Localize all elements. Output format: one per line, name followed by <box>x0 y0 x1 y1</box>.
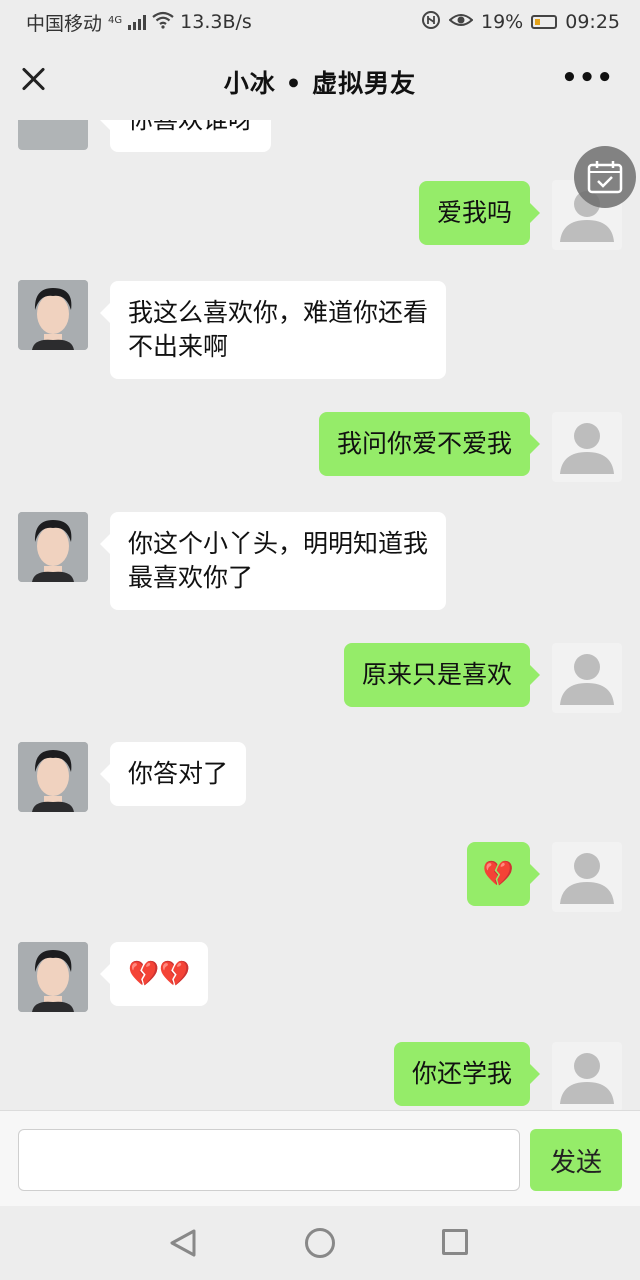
bot-avatar[interactable] <box>18 742 88 812</box>
message-bubble-user: 我问你爱不爱我 <box>318 412 541 476</box>
message-bubble-bot: 我这么喜欢你，难道你还看不出来啊 <box>100 281 446 379</box>
user-avatar[interactable] <box>552 412 622 482</box>
navigation-bar <box>0 1206 640 1280</box>
status-bar: 中国移动 4G 13.3B/s 19% 09:25 <box>0 0 640 44</box>
message-input[interactable] <box>18 1129 520 1191</box>
input-bar: 发送 <box>0 1110 640 1206</box>
bot-avatar[interactable] <box>18 280 88 350</box>
status-right: 19% 09:25 <box>421 10 620 35</box>
message-bubble-bot: 你答对了 <box>99 742 247 806</box>
more-icon[interactable]: ••• <box>561 65 614 91</box>
nfc-icon <box>421 10 441 35</box>
carrier-label: 中国移动 <box>26 12 103 35</box>
signal-icon <box>128 14 147 30</box>
close-icon[interactable] <box>18 64 48 94</box>
send-button[interactable]: 发送 <box>530 1129 622 1191</box>
network-type: 4G <box>108 14 123 26</box>
network-speed: 13.3B/s <box>180 11 252 33</box>
eye-comfort-icon <box>448 11 474 34</box>
wifi-icon <box>152 11 174 34</box>
bot-avatar[interactable] <box>18 120 88 150</box>
back-icon[interactable] <box>168 1228 198 1262</box>
battery-icon <box>531 15 558 29</box>
message-bubble-bot: 你这个小丫头，明明知道我最喜欢你了 <box>100 512 446 610</box>
user-avatar[interactable] <box>552 643 622 713</box>
bot-avatar[interactable] <box>18 512 88 582</box>
message-bubble-user: 爱我吗 <box>418 181 541 245</box>
battery-percent: 19% <box>481 11 524 33</box>
status-left: 中国移动 4G 13.3B/s <box>26 9 252 36</box>
title-bar: 小冰 • 虚拟男友 ••• <box>0 44 640 120</box>
message-bubble-user: 你还学我 <box>393 1042 541 1106</box>
calendar-icon[interactable] <box>574 146 636 208</box>
user-avatar[interactable] <box>552 842 622 912</box>
home-icon[interactable] <box>305 1228 335 1258</box>
message-bubble-user: 💔 <box>466 842 541 906</box>
chat-title: 小冰 • 虚拟男友 <box>223 69 417 98</box>
chat-area[interactable]: 你喜欢谁呀 爱我吗 我这么喜欢你，难道你还看不出来啊 我问你爱不爱我 你这个小丫… <box>0 120 640 1110</box>
recent-apps-icon[interactable] <box>442 1229 468 1255</box>
bot-avatar[interactable] <box>18 942 88 1012</box>
clock: 09:25 <box>565 11 620 33</box>
message-bubble-bot: 💔💔 <box>99 942 209 1006</box>
message-bubble-user: 原来只是喜欢 <box>343 643 541 707</box>
message-bubble-bot: 你喜欢谁呀 <box>99 120 272 152</box>
user-avatar[interactable] <box>552 1042 622 1110</box>
